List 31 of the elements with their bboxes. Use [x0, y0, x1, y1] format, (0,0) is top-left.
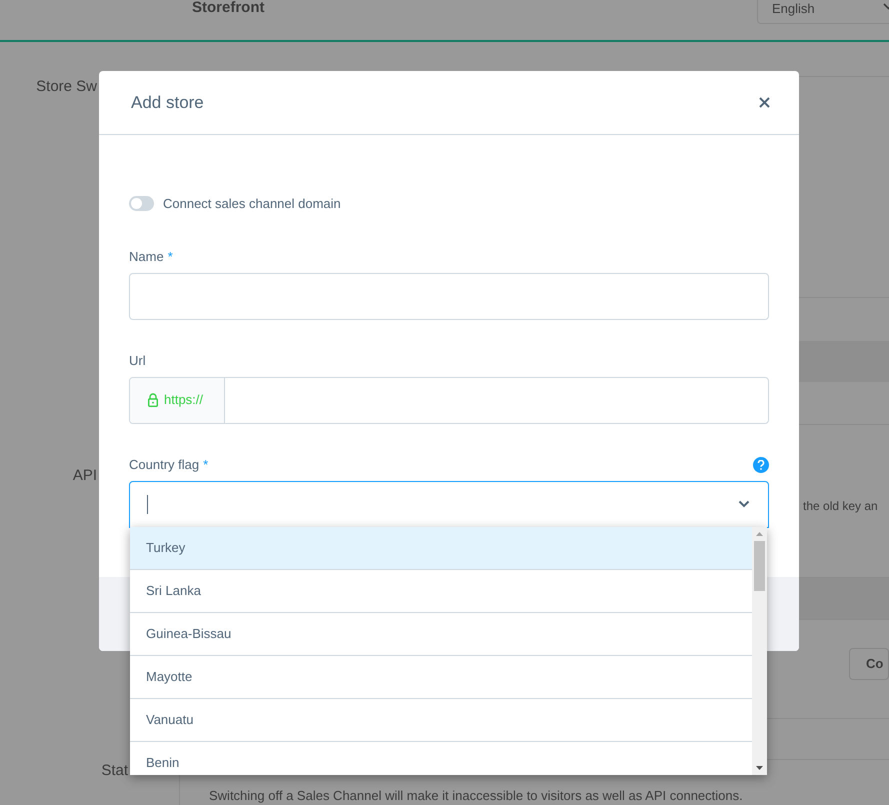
- connect-button[interactable]: Co: [849, 648, 889, 680]
- close-button[interactable]: [758, 96, 770, 108]
- field-label: Name *: [129, 248, 173, 266]
- section-label: Store Sw: [36, 77, 97, 97]
- scroll-up-icon[interactable]: [756, 532, 763, 536]
- scrollbar[interactable]: [752, 527, 767, 775]
- country-option[interactable]: Mayotte: [130, 656, 752, 699]
- dialog-title: Add store: [131, 92, 204, 114]
- help-icon[interactable]: [753, 456, 769, 472]
- scrollbar-thumb[interactable]: [754, 541, 765, 591]
- field-label: Url: [129, 352, 146, 370]
- text-cursor: [147, 494, 148, 514]
- chevron-down-icon: [738, 500, 750, 508]
- language-select[interactable]: English: [757, 0, 889, 24]
- page-title: Storefront: [192, 0, 264, 18]
- domain-toggle[interactable]: [129, 196, 154, 212]
- country-option[interactable]: Turkey: [130, 527, 752, 570]
- name-input[interactable]: [129, 272, 769, 320]
- status-description: Switching off a Sales Channel will make it inaccessible to visitors as well as API connections.: [209, 788, 743, 803]
- country-option[interactable]: Benin: [130, 742, 752, 775]
- toggle-label: Connect sales channel domain: [163, 195, 341, 213]
- country-option[interactable]: Vanuatu: [130, 699, 752, 742]
- scroll-down-icon[interactable]: [756, 766, 763, 770]
- url-prefix: https://: [164, 391, 204, 410]
- country-option[interactable]: Sri Lanka: [130, 570, 752, 613]
- lock-icon: [148, 393, 158, 407]
- section-label: API: [72, 466, 97, 486]
- section-label: Stat: [101, 761, 128, 781]
- field-label: Country flag *: [129, 456, 208, 474]
- description-text: the old key an: [803, 498, 878, 514]
- country-option[interactable]: Guinea-Bissau: [130, 613, 752, 656]
